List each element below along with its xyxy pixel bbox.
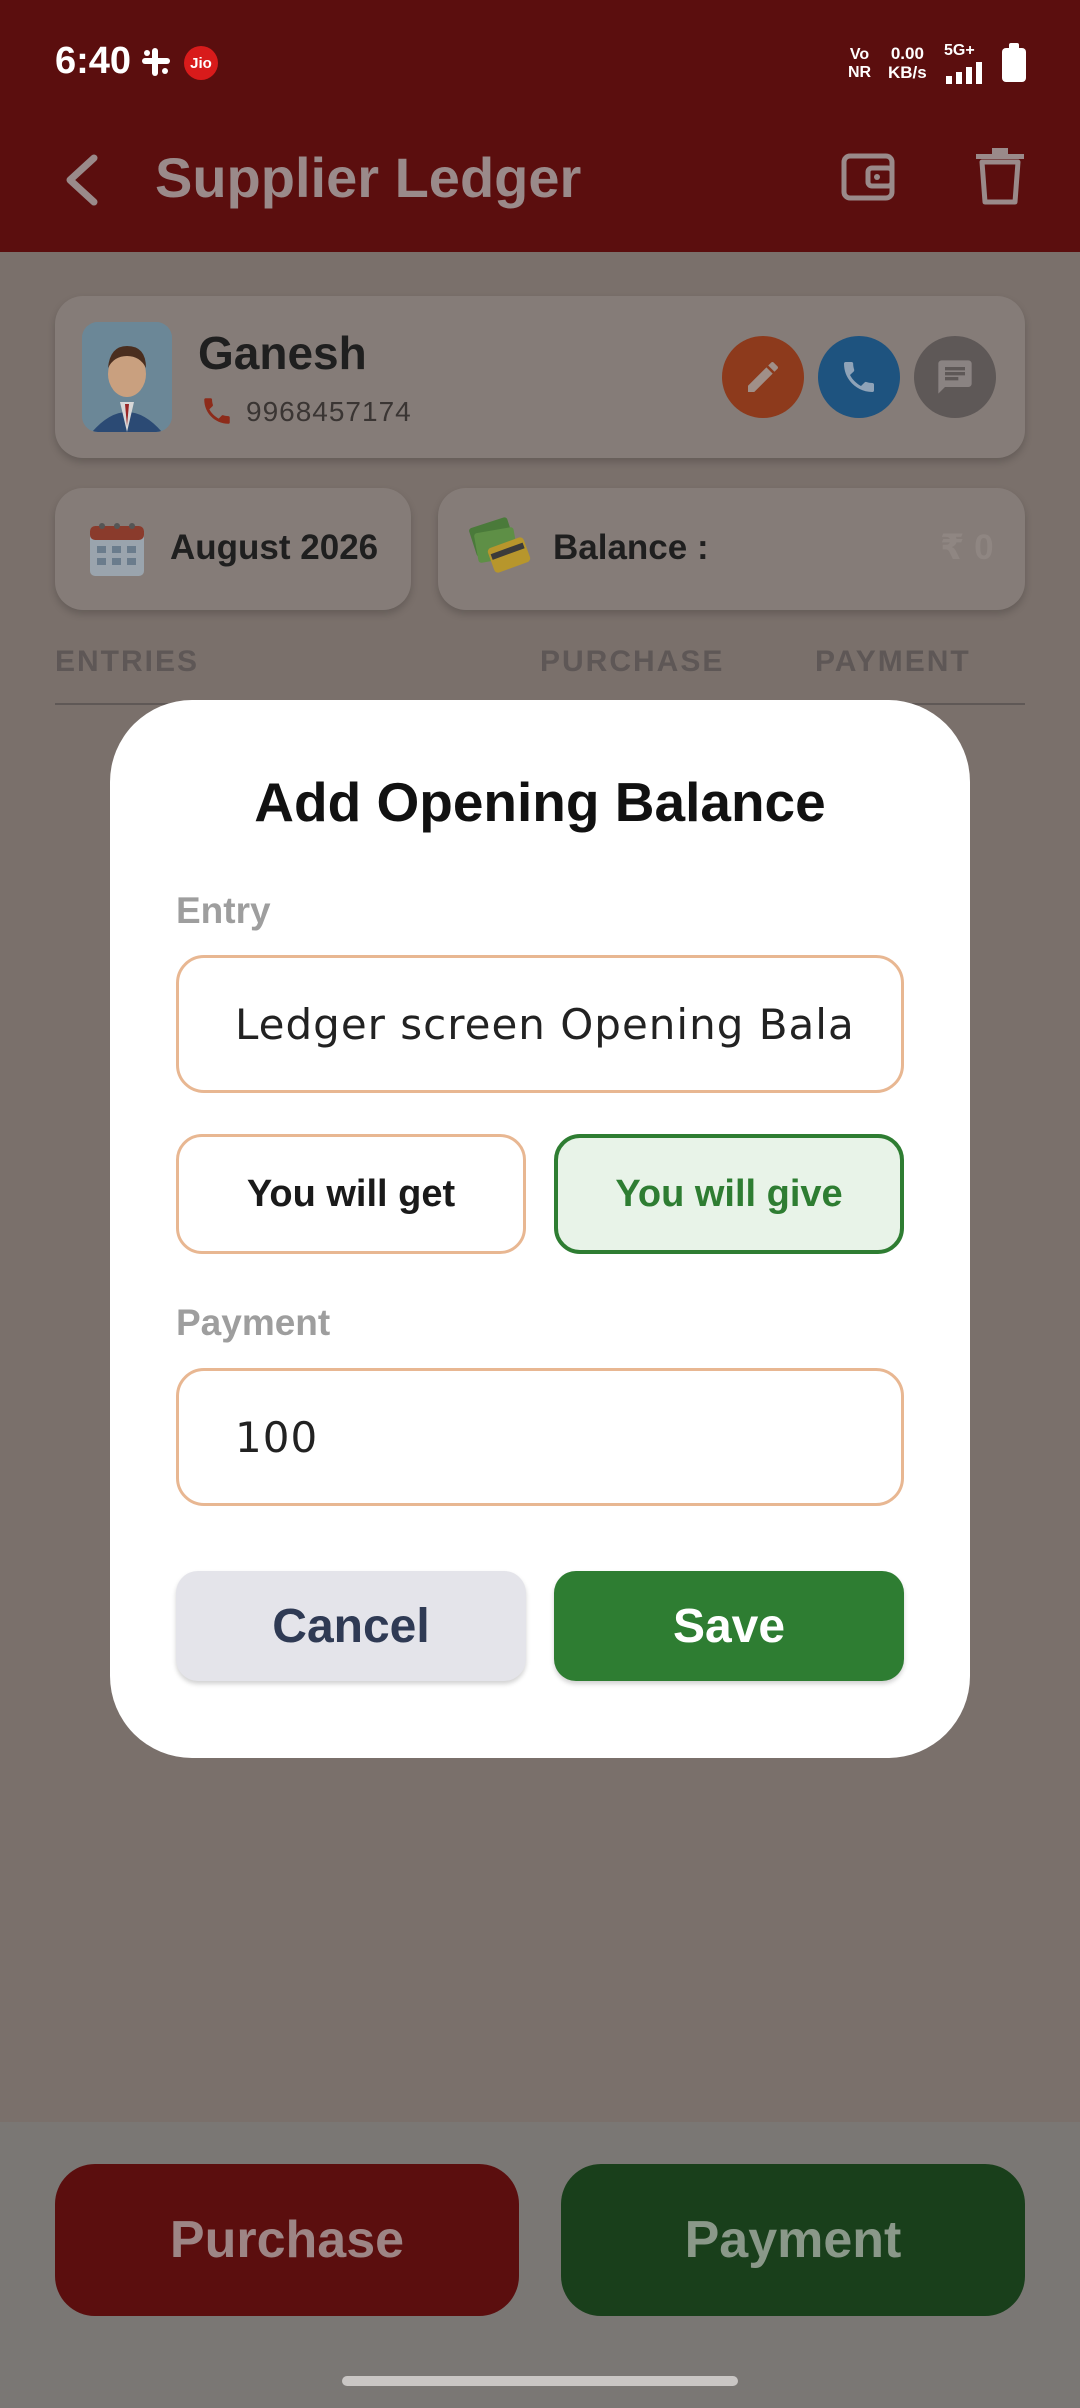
column-header-purchase: PURCHASE [540,645,725,678]
you-will-give-button[interactable]: You will give [554,1134,904,1254]
cancel-button[interactable]: Cancel [176,1571,526,1681]
dialog-title: Add Opening Balance [254,771,826,833]
balance-value: ₹ 0 [940,528,994,567]
avatar [82,322,172,432]
entry-field[interactable] [176,955,904,1093]
slack-icon [142,48,170,76]
status-time: 6:40 [55,40,132,82]
column-header-payment: PAYMENT [815,645,971,678]
supplier-phone: 9968457174 [246,396,412,427]
wallet-icon[interactable] [840,148,898,206]
column-header-entries: ENTRIES [55,645,200,678]
supplier-name: Ganesh [198,327,367,379]
entry-input[interactable] [235,958,855,1090]
message-button[interactable] [914,336,996,418]
home-indicator[interactable] [342,2376,738,2386]
vonr-indicator: Vo NR [848,46,872,81]
back-arrow-icon[interactable] [58,150,108,210]
edit-button[interactable] [722,336,804,418]
save-button[interactable]: Save [554,1571,904,1681]
payment-button[interactable]: Payment [561,2164,1025,2316]
pencil-icon [748,362,778,392]
phone-icon [204,398,230,424]
battery-icon [1002,43,1026,82]
payment-input[interactable] [235,1371,855,1503]
purchase-button[interactable]: Purchase [55,2164,519,2316]
trash-icon[interactable] [972,146,1028,206]
message-icon [938,360,972,394]
month-label: August 2026 [170,528,379,567]
page-title: Supplier Ledger [155,146,582,209]
phone-icon [844,362,874,392]
network-speed: 0.00 KB/s [888,44,927,82]
call-button[interactable] [818,336,900,418]
you-will-get-button[interactable]: You will get [176,1134,526,1254]
entry-label: Entry [176,890,271,931]
balance-label: Balance : [553,528,709,567]
payment-label: Payment [176,1302,331,1343]
jio-icon: Jio [184,46,218,80]
signal-icon: 5G+ [944,42,994,89]
payment-field[interactable] [176,1368,904,1506]
calendar-icon [90,523,144,576]
money-icon [469,517,531,573]
